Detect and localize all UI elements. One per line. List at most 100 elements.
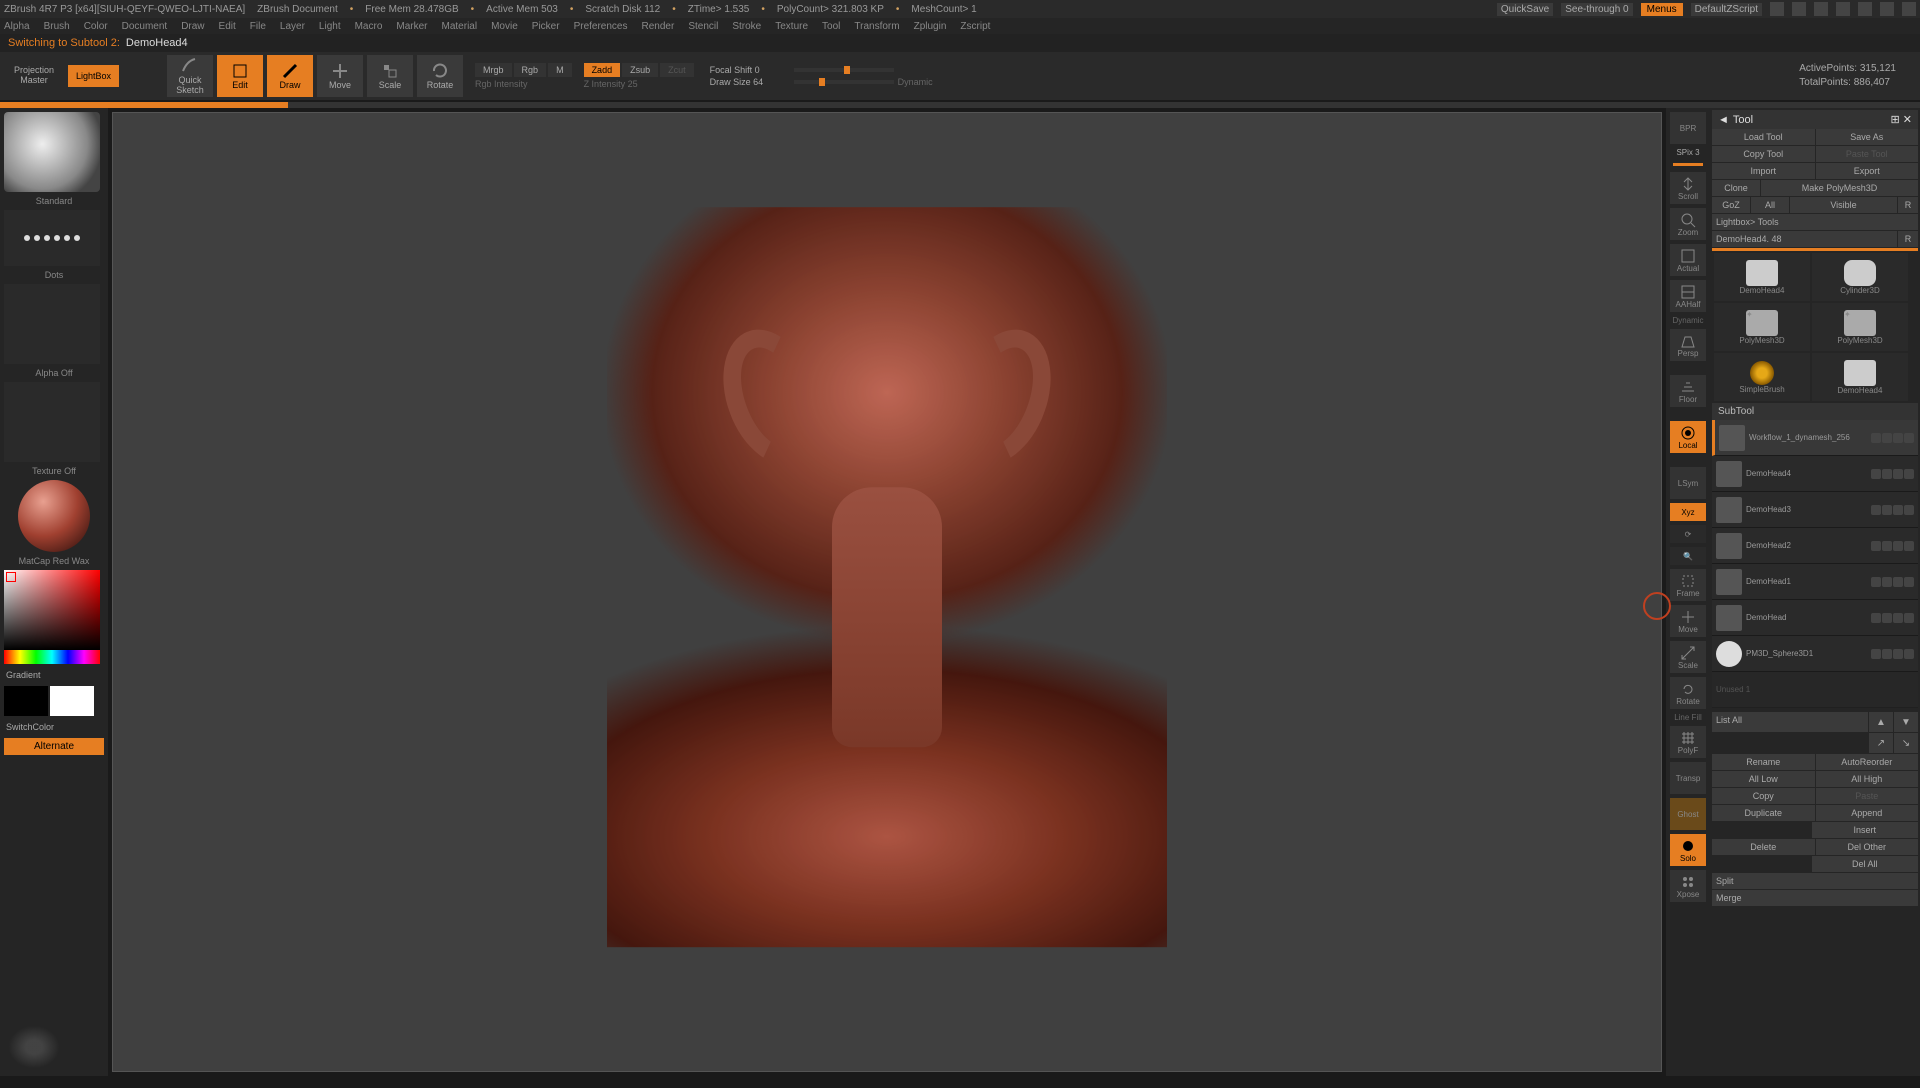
color-picker[interactable] — [4, 570, 104, 664]
xpose-button[interactable]: Xpose — [1670, 870, 1706, 902]
menus-button[interactable]: Menus — [1641, 3, 1683, 16]
menu-texture[interactable]: Texture — [775, 21, 808, 32]
make-polymesh-button[interactable]: Make PolyMesh3D — [1761, 180, 1918, 196]
del-all-button[interactable]: Del All — [1812, 856, 1919, 872]
scroll-button[interactable]: Scroll — [1670, 172, 1706, 204]
menu-document[interactable]: Document — [122, 21, 168, 32]
subtool-item[interactable]: DemoHead — [1712, 600, 1918, 636]
draw-button[interactable]: Draw — [267, 55, 313, 97]
import-button[interactable]: Import — [1712, 163, 1815, 179]
menu-macro[interactable]: Macro — [355, 21, 383, 32]
subtool-item[interactable]: DemoHead2 — [1712, 528, 1918, 564]
export-button[interactable]: Export — [1816, 163, 1919, 179]
maximize-icon[interactable] — [1880, 2, 1894, 16]
edit-button[interactable]: Edit — [217, 55, 263, 97]
merge-section[interactable]: Merge — [1712, 890, 1918, 906]
subtool-header[interactable]: SubTool — [1712, 403, 1918, 420]
menu-transform[interactable]: Transform — [854, 21, 899, 32]
current-tool-name[interactable]: DemoHead4. 48 — [1712, 231, 1897, 247]
menu-picker[interactable]: Picker — [532, 21, 560, 32]
alpha-preview[interactable] — [4, 284, 100, 364]
subtool-item[interactable]: DemoHead1 — [1712, 564, 1918, 600]
frame-button[interactable]: Frame — [1670, 569, 1706, 601]
zcut-button[interactable]: Zcut — [660, 63, 694, 77]
split-section[interactable]: Split — [1712, 873, 1918, 889]
rotate-nav-button[interactable]: Rotate — [1670, 677, 1706, 709]
subtool-down-button[interactable]: ▼ — [1894, 712, 1918, 732]
tool-tile-demohead2[interactable]: DemoHead4 — [1812, 353, 1908, 401]
copy-subtool-button[interactable]: Copy — [1712, 788, 1815, 804]
floor-button[interactable]: Floor — [1670, 375, 1706, 407]
scale-button[interactable]: Scale — [367, 55, 413, 97]
local-button[interactable]: Local — [1670, 421, 1706, 453]
menu-movie[interactable]: Movie — [491, 21, 518, 32]
menu-render[interactable]: Render — [642, 21, 675, 32]
color-swatches[interactable] — [4, 686, 104, 716]
goz-all-button[interactable]: All — [1751, 197, 1789, 213]
del-other-button[interactable]: Del Other — [1816, 839, 1919, 855]
clone-button[interactable]: Clone — [1712, 180, 1760, 196]
save-as-button[interactable]: Save As — [1816, 129, 1919, 145]
subtool-item[interactable]: PM3D_Sphere3D1 — [1712, 636, 1918, 672]
zsub-button[interactable]: Zsub — [622, 63, 658, 77]
mrgb-button[interactable]: Mrgb — [475, 63, 512, 77]
lightbox-tools-button[interactable]: Lightbox> Tools — [1712, 214, 1918, 230]
persp-button[interactable]: Persp — [1670, 329, 1706, 361]
tool-r-button[interactable]: R — [1898, 231, 1918, 247]
brush-preview[interactable] — [4, 112, 100, 192]
subtool-movedown-button[interactable]: ↘ — [1894, 733, 1918, 753]
ghost-button[interactable]: Ghost — [1670, 798, 1706, 830]
insert-button[interactable]: Insert — [1812, 822, 1919, 838]
layout-icon-2[interactable] — [1792, 2, 1806, 16]
texture-preview[interactable] — [4, 382, 100, 462]
tool-panel-title[interactable]: ◄Tool⊞ ✕ — [1712, 110, 1918, 129]
menu-stencil[interactable]: Stencil — [688, 21, 718, 32]
goz-r-button[interactable]: R — [1898, 197, 1918, 213]
rgb-button[interactable]: Rgb — [514, 63, 547, 77]
load-tool-button[interactable]: Load Tool — [1712, 129, 1815, 145]
menu-light[interactable]: Light — [319, 21, 341, 32]
tool-tile-polymesh[interactable]: ✦PolyMesh3D — [1812, 303, 1908, 351]
subtool-item[interactable]: DemoHead4 — [1712, 456, 1918, 492]
autoreorder-button[interactable]: AutoReorder — [1816, 754, 1919, 770]
menu-tool[interactable]: Tool — [822, 21, 840, 32]
lsym-button[interactable]: LSym — [1670, 467, 1706, 499]
quicksave-button[interactable]: QuickSave — [1497, 3, 1553, 16]
menu-stroke[interactable]: Stroke — [732, 21, 761, 32]
subtool-item[interactable]: Workflow_1_dynamesh_256 — [1712, 420, 1918, 456]
tool-tile-simplebrush[interactable]: SimpleBrush — [1714, 353, 1810, 401]
menu-alpha[interactable]: Alpha — [4, 21, 30, 32]
gradient-toggle[interactable]: Gradient — [4, 668, 104, 682]
minimize-icon[interactable] — [1858, 2, 1872, 16]
dynamic-toggle[interactable]: Dynamic — [898, 77, 933, 87]
paste-tool-button[interactable]: Paste Tool — [1816, 146, 1919, 162]
append-button[interactable]: Append — [1816, 805, 1919, 821]
xyz-button[interactable]: Xyz — [1670, 503, 1706, 521]
menu-material[interactable]: Material — [442, 21, 478, 32]
tool-tile-star[interactable]: ✦PolyMesh3D — [1714, 303, 1810, 351]
rotate-button[interactable]: Rotate — [417, 55, 463, 97]
layout-icon-4[interactable] — [1836, 2, 1850, 16]
menu-edit[interactable]: Edit — [219, 21, 236, 32]
move-button[interactable]: Move — [317, 55, 363, 97]
subtool-item[interactable]: DemoHead3 — [1712, 492, 1918, 528]
transp-button[interactable]: Transp — [1670, 762, 1706, 794]
focal-shift-slider[interactable]: Focal Shift 0 — [710, 65, 790, 75]
delete-button[interactable]: Delete — [1712, 839, 1815, 855]
paste-subtool-button[interactable]: Paste — [1816, 788, 1919, 804]
subtool-up-button[interactable]: ▲ — [1869, 712, 1893, 732]
stroke-preview[interactable] — [4, 210, 100, 266]
rot-indicator[interactable]: ⟳ — [1670, 525, 1706, 543]
seethrough-slider[interactable]: See-through 0 — [1561, 3, 1632, 16]
all-low-button[interactable]: All Low — [1712, 771, 1815, 787]
quicksketch-button[interactable]: Quick Sketch — [167, 55, 213, 97]
polyf-button[interactable]: PolyF — [1670, 726, 1706, 758]
menu-zscript[interactable]: Zscript — [960, 21, 990, 32]
canvas-viewport[interactable] — [112, 112, 1662, 1072]
tool-tile-demohead[interactable]: DemoHead4 — [1714, 253, 1810, 301]
menu-zplugin[interactable]: Zplugin — [914, 21, 947, 32]
all-high-button[interactable]: All High — [1816, 771, 1919, 787]
goz-visible-button[interactable]: Visible — [1790, 197, 1897, 213]
spix-slider[interactable]: SPix 3 — [1676, 148, 1699, 157]
move-nav-button[interactable]: Move — [1670, 605, 1706, 637]
